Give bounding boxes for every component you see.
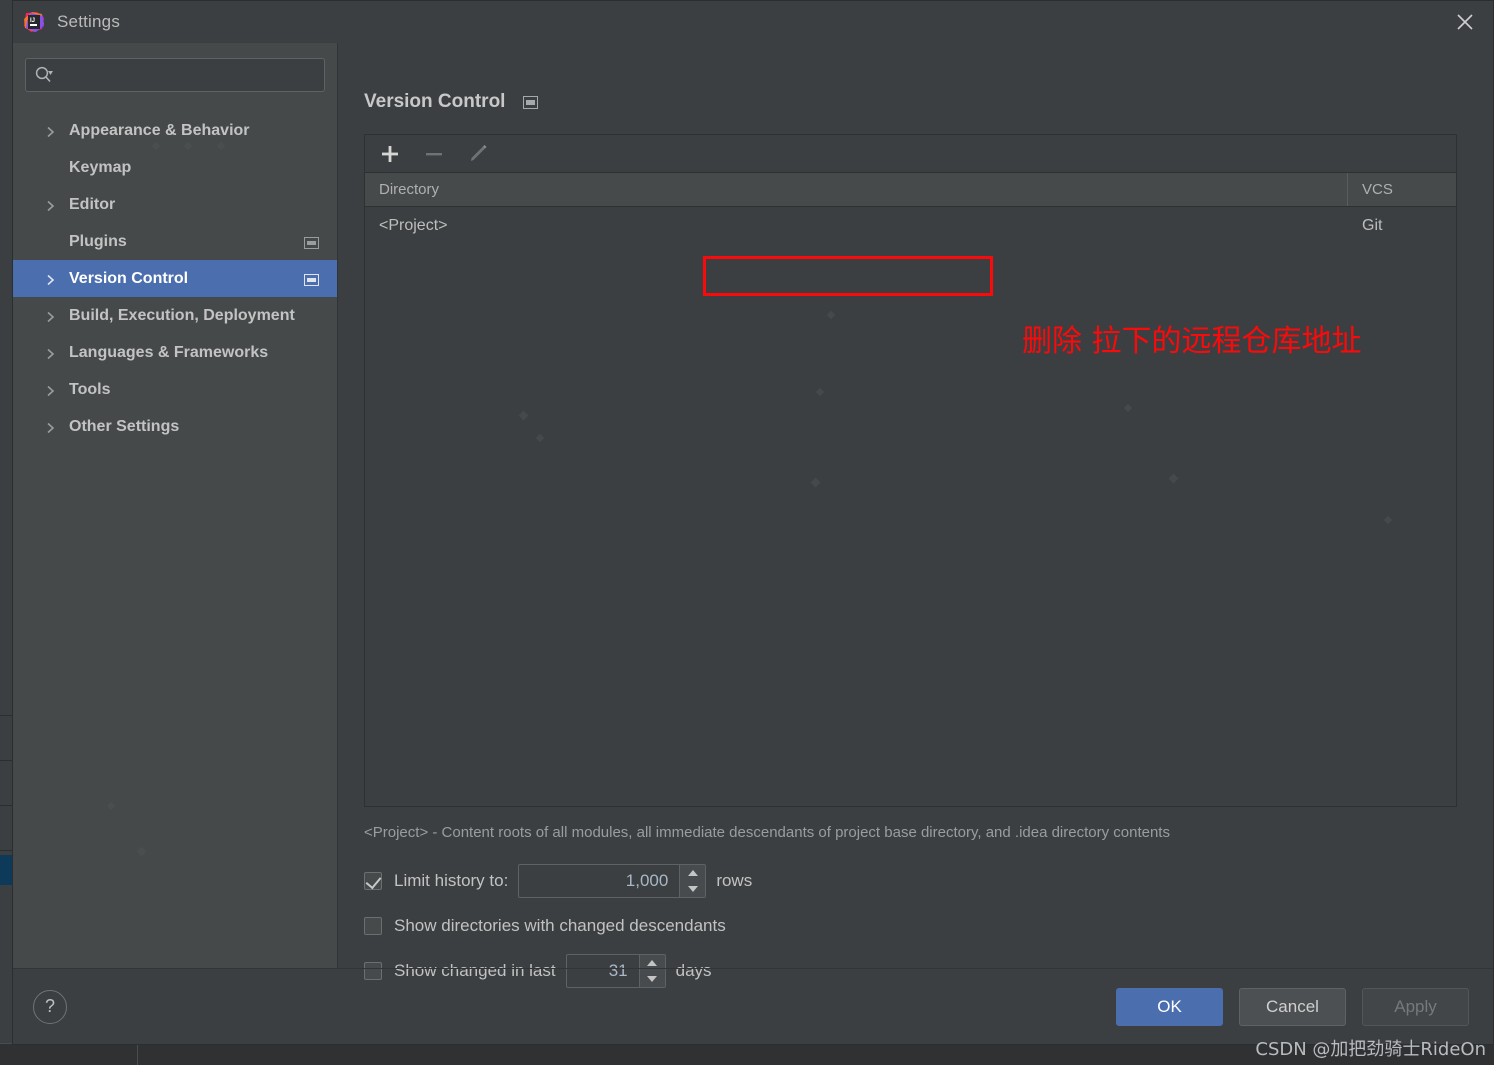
vcs-directory-mappings-table: Directory VCS <Project> Git [364,134,1457,807]
decorative-speck [518,410,529,421]
decorative-speck [1168,473,1179,484]
ok-button[interactable]: OK [1116,987,1223,1026]
sidebar-item-languages-frameworks[interactable]: Languages & Frameworks [13,334,337,371]
decorative-speck [1383,515,1393,525]
show-directories-label: Show directories with changed descendant… [394,915,726,935]
dialog-body: Appearance & Behavior Keymap Editor Plug… [13,43,1493,988]
spinner-down-icon[interactable] [680,881,705,897]
option-limit-history: Limit history to: rows [364,858,1457,903]
cell-vcs: Git [1362,217,1383,234]
sidebar-item-label: Languages & Frameworks [69,343,269,361]
sidebar-item-tools[interactable]: Tools [13,371,337,408]
spinner-arrows[interactable] [679,864,706,897]
sidebar-item-label: Editor [69,195,116,213]
dialog-titlebar: IJ Settings [13,1,1493,43]
table-row[interactable]: <Project> Git [365,207,1456,245]
sidebar-item-build-execution-deployment[interactable]: Build, Execution, Deployment [13,297,337,334]
intellij-idea-icon: IJ [23,11,45,33]
sidebar-item-other-settings[interactable]: Other Settings [13,408,337,445]
dialog-footer: ? OK Cancel Apply [13,968,1493,1044]
project-scope-badge-icon [304,273,319,286]
decorative-speck [106,801,116,811]
limit-history-label: Limit history to: [394,870,509,890]
chevron-right-icon[interactable] [45,384,57,396]
footer-buttons: OK Cancel Apply [1116,987,1469,1026]
sidebar-item-label: Plugins [69,232,127,250]
sidebar-item-label: Build, Execution, Deployment [69,306,295,324]
sidebar-item-plugins[interactable]: Plugins [13,223,337,260]
watermark: CSDN @加把劲骑士RideOn [1255,1039,1486,1060]
limit-history-value[interactable] [519,864,680,897]
cancel-button[interactable]: Cancel [1239,987,1346,1026]
apply-button: Apply [1362,987,1469,1026]
search-input[interactable] [54,67,316,83]
page-title: Version Control [364,91,506,112]
table-toolbar [365,135,1456,173]
sidebar-item-label: Other Settings [69,417,180,435]
settings-dialog: IJ Settings Appearance & Behavior Keymap… [12,0,1494,1045]
svg-text:IJ: IJ [30,18,35,24]
settings-tree: Appearance & Behavior Keymap Editor Plug… [13,112,337,445]
chevron-right-icon[interactable] [45,421,57,433]
minus-icon [423,143,445,165]
sidebar-item-label: Version Control [69,269,189,287]
sidebar-item-appearance-behavior[interactable]: Appearance & Behavior [13,112,337,149]
show-directories-checkbox[interactable] [364,916,382,935]
project-scope-badge-icon [304,236,319,249]
project-description-note: <Project> - Content roots of all modules… [364,824,1170,841]
sidebar-item-label: Keymap [69,158,132,176]
annotation-red-text: 删除 拉下的远程仓库地址 [1022,324,1362,359]
limit-history-suffix: rows [716,870,753,890]
search-dropdown-icon[interactable] [34,65,54,85]
question-mark-icon[interactable]: ? [33,989,67,1024]
project-scope-badge-icon [523,95,539,109]
column-header-vcs[interactable]: VCS [1348,173,1456,206]
dialog-title: Settings [57,12,121,31]
chevron-right-icon[interactable] [45,273,57,285]
decorative-speck [1123,403,1133,413]
sidebar-item-label: Tools [69,380,111,398]
settings-sidebar: Appearance & Behavior Keymap Editor Plug… [13,43,338,968]
chevron-right-icon[interactable] [45,347,57,359]
column-header-directory[interactable]: Directory [365,173,1348,206]
table-body: <Project> Git [365,207,1456,806]
version-control-panel: Version Control Directory VCS <Project> … [338,43,1493,988]
table-header-row: Directory VCS [365,173,1456,207]
spinner-up-icon[interactable] [680,865,705,881]
chevron-right-icon[interactable] [45,199,57,211]
decorative-speck [136,846,147,857]
limit-history-spinner[interactable] [518,863,707,898]
search-field[interactable] [25,58,325,92]
sidebar-item-editor[interactable]: Editor [13,186,337,223]
decorative-speck [535,433,545,443]
close-icon[interactable] [1437,1,1493,43]
sidebar-item-keymap[interactable]: Keymap [13,149,337,186]
background-status-separator [137,1043,138,1065]
cell-directory: <Project> [379,217,448,234]
sidebar-item-version-control[interactable]: Version Control [13,260,337,297]
sidebar-item-label: Appearance & Behavior [69,121,250,139]
chevron-right-icon[interactable] [45,310,57,322]
plus-icon[interactable] [379,143,401,165]
pencil-icon [467,143,489,165]
decorative-speck [815,387,825,397]
chevron-right-icon[interactable] [45,125,57,137]
decorative-speck [826,310,836,320]
limit-history-checkbox[interactable] [364,871,382,890]
option-show-directories-changed-descendants: Show directories with changed descendant… [364,903,1457,948]
decorative-speck [810,477,821,488]
panel-header: Version Control [364,91,1457,113]
